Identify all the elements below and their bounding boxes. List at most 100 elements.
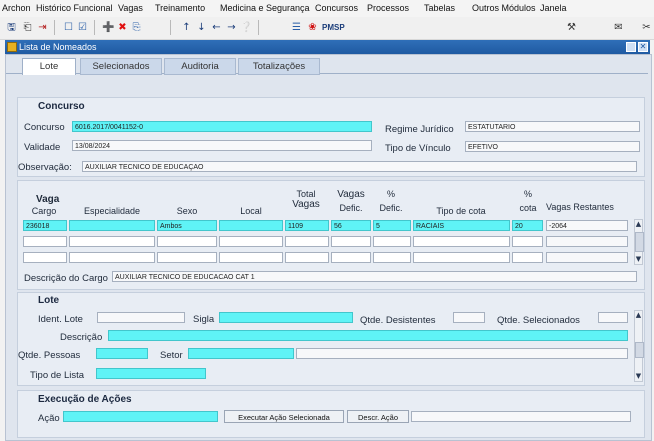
pct-defic-cell[interactable] bbox=[373, 236, 411, 247]
menu-tabelas[interactable]: Tabelas bbox=[424, 3, 455, 13]
qtde-selecionados-field[interactable] bbox=[598, 312, 628, 323]
tipo-vinculo-label: Tipo de Vínculo bbox=[385, 143, 451, 154]
vagas-restantes-cell[interactable] bbox=[546, 252, 628, 263]
qtde-desistentes-field[interactable] bbox=[453, 312, 485, 323]
local-cell[interactable] bbox=[219, 252, 283, 263]
previous-block-icon[interactable]: ↑ bbox=[180, 21, 193, 34]
vagas-defic-cell[interactable]: 56 bbox=[331, 220, 371, 231]
scroll-down-icon[interactable]: ▼ bbox=[634, 255, 643, 264]
menu-outros-modulos[interactable]: Outros Módulos bbox=[472, 3, 536, 13]
tipo-cota-cell[interactable]: RACIAIS bbox=[413, 220, 510, 231]
concurso-label: Concurso bbox=[24, 122, 65, 133]
descricao-cargo-field[interactable]: AUXILIAR TECNICO DE EDUCACAO CAT 1 bbox=[112, 271, 637, 282]
cargo-cell[interactable] bbox=[23, 236, 67, 247]
delete-record-icon[interactable]: ✖ bbox=[116, 21, 129, 34]
menu-historico-funcional[interactable]: Histórico Funcional bbox=[36, 3, 113, 13]
scroll-up-icon[interactable]: ▲ bbox=[634, 220, 643, 229]
next-block-icon[interactable]: ↓ bbox=[195, 21, 208, 34]
especialidade-cell[interactable] bbox=[69, 220, 155, 231]
scroll-up-icon[interactable]: ▲ bbox=[634, 311, 643, 320]
tab-lote[interactable]: Lote bbox=[22, 58, 76, 75]
total-vagas-cell[interactable]: 1109 bbox=[285, 220, 329, 231]
duplicate-record-icon[interactable]: ⎘ bbox=[130, 21, 143, 34]
tool2-icon[interactable]: ✉ bbox=[612, 21, 625, 34]
qtde-selecionados-label: Qtde. Selecionados bbox=[497, 315, 580, 326]
pct-cota-cell[interactable]: 20 bbox=[512, 220, 543, 231]
menu-processos[interactable]: Processos bbox=[367, 3, 409, 13]
pct-cota-cell[interactable] bbox=[512, 252, 543, 263]
next-record-icon[interactable]: → bbox=[225, 21, 238, 34]
total-vagas-cell[interactable] bbox=[285, 252, 329, 263]
tab-totalizacoes[interactable]: Totalizações bbox=[238, 58, 320, 75]
sexo-cell[interactable] bbox=[157, 236, 217, 247]
insert-record-icon[interactable]: ➕ bbox=[102, 21, 115, 34]
sigla-label: Sigla bbox=[193, 314, 215, 325]
concurso-field[interactable]: 6016.2017/0041152-0 bbox=[72, 121, 372, 132]
descr-acao-button[interactable]: Descr. Ação bbox=[347, 410, 409, 423]
local-cell[interactable] bbox=[219, 220, 283, 231]
query-icon[interactable]: ☐ bbox=[62, 21, 75, 34]
setor-descricao-field[interactable] bbox=[296, 348, 628, 359]
vagas-defic-cell[interactable] bbox=[331, 236, 371, 247]
executar-acao-button[interactable]: Executar Ação Selecionada bbox=[224, 410, 344, 423]
menu-archon[interactable]: Archon bbox=[2, 3, 31, 13]
pmsp-logo-icon: ❀ bbox=[308, 22, 317, 33]
validade-field[interactable]: 13/08/2024 bbox=[72, 140, 372, 151]
tab-selecionados[interactable]: Selecionados bbox=[80, 58, 162, 75]
scroll-thumb[interactable] bbox=[635, 232, 644, 252]
sexo-cell[interactable]: Ambos bbox=[157, 220, 217, 231]
scroll-down-icon[interactable]: ▼ bbox=[634, 372, 643, 381]
sigla-field[interactable] bbox=[219, 312, 353, 323]
tipo-cota-cell[interactable] bbox=[413, 252, 510, 263]
menu-treinamento[interactable]: Treinamento bbox=[155, 3, 205, 13]
tool-icon[interactable]: ⚒ bbox=[565, 21, 578, 34]
tab-auditoria[interactable]: Auditoria bbox=[164, 58, 236, 75]
window-title-bar[interactable]: Lista de Nomeados ✕ bbox=[5, 40, 650, 54]
menu-concursos[interactable]: Concursos bbox=[315, 3, 358, 13]
menu-janela[interactable]: Janela bbox=[540, 3, 567, 13]
menu-bar: Archon Histórico Funcional Vagas Treinam… bbox=[0, 0, 654, 17]
pct-defic-header-2: Defic. bbox=[379, 203, 403, 213]
vaga-header: Vaga bbox=[36, 194, 60, 205]
list-icon[interactable]: ☰ bbox=[290, 21, 303, 34]
regime-juridico-field[interactable]: ESTATUTARIO bbox=[465, 121, 640, 132]
pct-defic-cell[interactable] bbox=[373, 252, 411, 263]
tool3-icon[interactable]: ✂ bbox=[640, 21, 653, 34]
execute-query-icon[interactable]: ☑ bbox=[76, 21, 89, 34]
qtde-desistentes-label: Qtde. Desistentes bbox=[360, 315, 436, 326]
vagas-defic-cell[interactable] bbox=[331, 252, 371, 263]
tipo-vinculo-field[interactable]: EFETIVO bbox=[465, 141, 640, 152]
tipo-lista-field[interactable] bbox=[96, 368, 206, 379]
especialidade-cell[interactable] bbox=[69, 252, 155, 263]
total-vagas-header-1: Total bbox=[296, 189, 316, 199]
exit-icon[interactable]: ⇥ bbox=[36, 21, 49, 34]
cargo-cell[interactable] bbox=[23, 252, 67, 263]
save-icon[interactable]: 🖫 bbox=[5, 21, 18, 34]
maximize-icon[interactable] bbox=[626, 42, 636, 52]
scroll-thumb[interactable] bbox=[635, 342, 644, 358]
acao-field[interactable] bbox=[63, 411, 218, 422]
sexo-cell[interactable] bbox=[157, 252, 217, 263]
print-icon[interactable]: ⎗ bbox=[21, 21, 34, 34]
menu-medicina-seguranca[interactable]: Medicina e Segurança bbox=[220, 3, 310, 13]
close-icon[interactable]: ✕ bbox=[638, 42, 648, 52]
help-icon[interactable]: ❔ bbox=[240, 21, 253, 34]
previous-record-icon[interactable]: ← bbox=[210, 21, 223, 34]
pct-defic-cell[interactable]: 5 bbox=[373, 220, 411, 231]
especialidade-cell[interactable] bbox=[69, 236, 155, 247]
cargo-cell[interactable]: 236018 bbox=[23, 220, 67, 231]
vagas-restantes-cell[interactable] bbox=[546, 236, 628, 247]
acao-descricao-field[interactable] bbox=[411, 411, 631, 422]
tipo-cota-cell[interactable] bbox=[413, 236, 510, 247]
vagas-restantes-cell[interactable]: -2064 bbox=[546, 220, 628, 231]
ident-lote-field[interactable] bbox=[97, 312, 185, 323]
total-vagas-cell[interactable] bbox=[285, 236, 329, 247]
descricao-lote-field[interactable] bbox=[108, 330, 628, 341]
pct-cota-cell[interactable] bbox=[512, 236, 543, 247]
observacao-field[interactable]: AUXILIAR TECNICO DE EDUCAÇAO bbox=[82, 161, 637, 172]
setor-field[interactable] bbox=[188, 348, 294, 359]
local-cell[interactable] bbox=[219, 236, 283, 247]
total-vagas-header-2: Vagas bbox=[292, 199, 320, 210]
qtde-pessoas-field[interactable] bbox=[96, 348, 148, 359]
menu-vagas[interactable]: Vagas bbox=[118, 3, 143, 13]
